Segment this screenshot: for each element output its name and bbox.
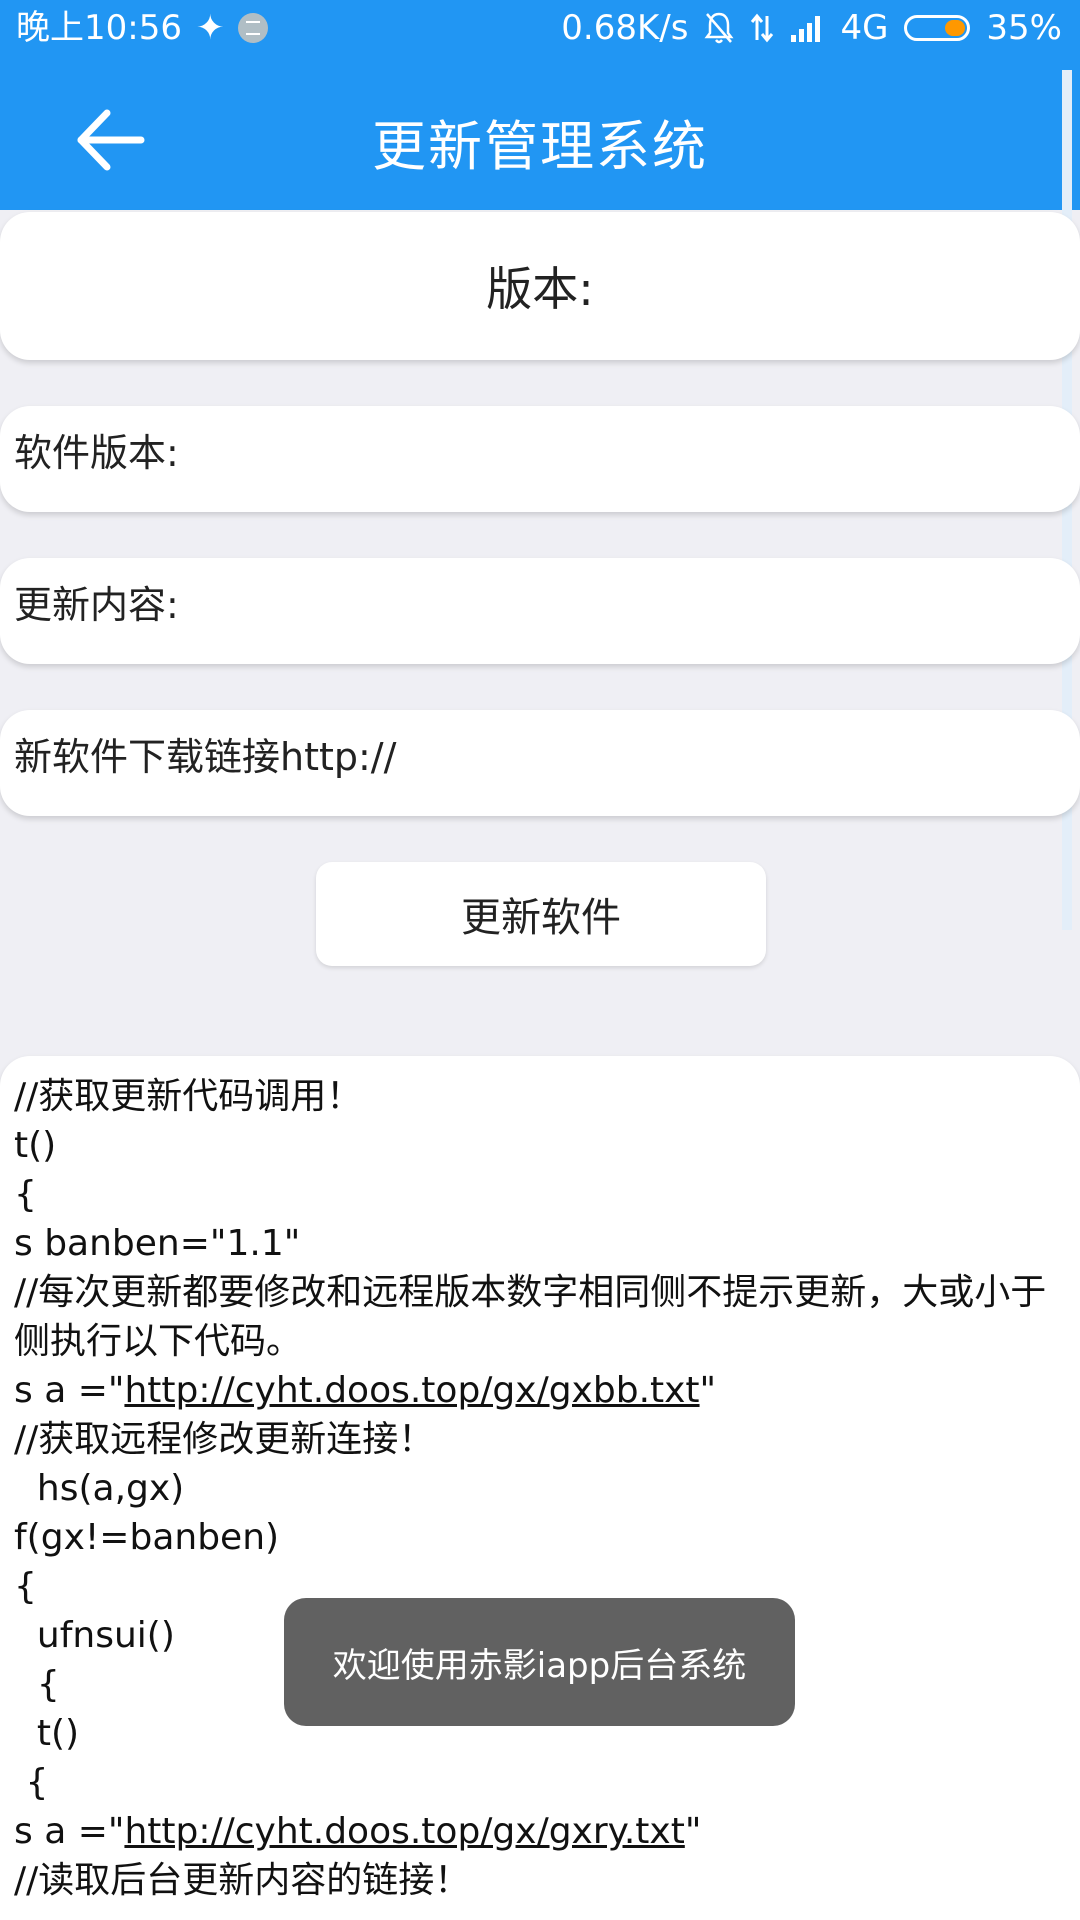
app-bird-icon: ✦ (195, 8, 225, 48)
code-line: hs(a,gx) (14, 1468, 185, 1509)
net-speed: 0.68K/s (561, 8, 689, 48)
network-type: 4G (840, 8, 889, 48)
code-line: { (14, 1762, 49, 1803)
toast-text: 欢迎使用赤影iapp后台系统 (332, 1645, 747, 1686)
code-line: //每次更新都要修改和远程版本数字相同侧不提示更新，大或小于侧执行以下代码。 (14, 1272, 1047, 1362)
code-line: //获取更新代码调用！ (14, 1076, 363, 1117)
code-line-with-link: s a ="http://cyht.doos.top/gx/gxry.txt" (14, 1807, 1066, 1856)
code-text: s a =" (14, 1370, 125, 1411)
code-line: f(gx!=banben) (14, 1517, 280, 1558)
toast-message: 欢迎使用赤影iapp后台系统 (284, 1598, 795, 1726)
update-software-label: 更新软件 (461, 895, 621, 941)
download-link-value: 新软件下载链接http:// (14, 735, 397, 779)
status-time: 晚上10:56 (16, 8, 182, 48)
version-card: 版本: (0, 212, 1080, 360)
code-line: s banben="1.1" (14, 1223, 301, 1264)
software-version-hint: 软件版本: (14, 431, 179, 475)
app-bar: 更新管理系统 (0, 60, 1080, 210)
code-line: //读取后台更新内容的链接！ (14, 1860, 471, 1901)
update-software-button[interactable]: 更新软件 (316, 862, 766, 966)
code-text: s a =" (14, 1811, 125, 1852)
software-version-field[interactable]: 软件版本: (0, 406, 1080, 512)
status-right: 0.68K/s 4G 35% (561, 8, 1062, 48)
notification-icon (238, 13, 269, 43)
code-line: { (14, 1174, 37, 1215)
version-url-link[interactable]: http://cyht.doos.top/gx/gxbb.txt (124, 1370, 699, 1411)
code-line: t() (14, 1125, 57, 1166)
content-url-link[interactable]: http://cyht.doos.top/gx/gxry.txt (124, 1811, 684, 1852)
code-line-with-link: s a ="http://cyht.doos.top/gx/gxbb.txt" (14, 1366, 1066, 1415)
download-link-field[interactable]: 新软件下载链接http:// (0, 710, 1080, 816)
battery-icon (904, 15, 971, 41)
code-card[interactable]: //获取更新代码调用！ t() { s banben="1.1" //每次更新都… (0, 1056, 1080, 1920)
version-label: 版本: (486, 262, 594, 316)
update-content-hint: 更新内容: (14, 583, 179, 627)
status-bar: 晚上10:56 ✦ 0.68K/s 4G 35% (0, 0, 1080, 60)
update-content-field[interactable]: 更新内容: (0, 558, 1080, 664)
code-text: " (684, 1811, 702, 1852)
code-line: //获取远程修改更新连接！ (14, 1419, 435, 1460)
data-transfer-icon (750, 12, 774, 44)
bell-muted-icon (704, 11, 734, 45)
battery-percent: 35% (986, 8, 1062, 48)
code-text: " (699, 1370, 717, 1411)
status-left: 晚上10:56 ✦ (16, 8, 269, 48)
signal-icon (790, 13, 824, 43)
page-title: 更新管理系统 (372, 115, 708, 178)
screen: 晚上10:56 ✦ 0.68K/s 4G 35% 更新管理系统 版本: 软件版本… (0, 0, 1080, 1920)
